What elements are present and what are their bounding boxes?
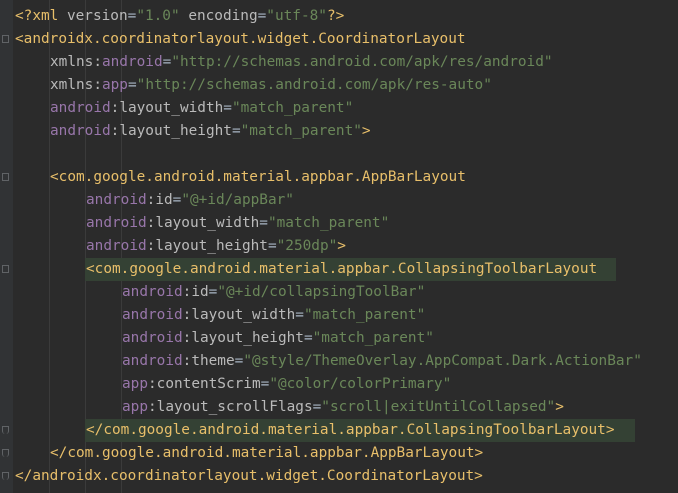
code-token: =	[259, 215, 268, 231]
code-token: android	[122, 307, 183, 323]
code-line[interactable]: android:layout_width="match_parent"	[50, 97, 353, 120]
code-line[interactable]: </androidx.coordinatorlayout.widget.Coor…	[15, 465, 483, 488]
fold-toggle-icon[interactable]	[2, 472, 9, 480]
code-token: "250dp"	[276, 238, 338, 254]
code-token: :id	[146, 192, 173, 208]
code-token: app	[122, 399, 148, 415]
code-token: android	[122, 353, 183, 369]
code-token: </com.google.android.material.appbar.	[86, 422, 407, 438]
editor-gutter	[0, 0, 13, 493]
code-token: :layout_height	[110, 123, 232, 139]
code-token: </androidx.coordinatorlayout.widget.Coor…	[15, 468, 483, 484]
fold-toggle-icon[interactable]	[2, 449, 9, 457]
code-line[interactable]: </com.google.android.material.appbar.App…	[50, 442, 483, 465]
fold-toggle-icon[interactable]	[2, 35, 9, 43]
code-token: android	[101, 54, 163, 70]
code-token: android	[86, 215, 147, 231]
code-token: xmlns:	[50, 77, 102, 93]
code-line[interactable]: android:layout_width="match_parent"	[122, 304, 425, 327]
code-token: :theme	[182, 353, 235, 369]
code-token: android	[50, 123, 111, 139]
code-token: ?>	[326, 8, 345, 24]
code-token: "@color/colorPrimary"	[269, 376, 452, 392]
code-token: =	[231, 123, 241, 139]
code-token: "match_parent"	[267, 215, 390, 231]
code-token: :layout_scrollFlags	[148, 399, 313, 415]
fold-toggle-icon[interactable]	[2, 265, 9, 273]
code-token: =	[162, 54, 172, 70]
code-token: "scroll|exitUntilCollapsed"	[321, 399, 556, 415]
code-line[interactable]: <com.google.android.material.appbar.AppB…	[50, 166, 466, 189]
code-token: :layout_height	[146, 238, 268, 254]
code-line[interactable]: <com.google.android.material.appbar.Coll…	[86, 258, 597, 281]
code-token: "@+id/collapsingToolBar"	[217, 284, 426, 300]
code-token: "http://schemas.android.com/apk/res/andr…	[171, 54, 553, 70]
code-token: android	[122, 330, 183, 346]
code-line[interactable]: android:layout_height="match_parent">	[50, 120, 371, 143]
code-token: =	[303, 330, 313, 346]
code-token: xmlns:	[50, 54, 102, 70]
code-token: </com.google.android.material.appbar.App…	[50, 445, 484, 461]
code-token: "1.0"	[136, 8, 180, 24]
code-token: =	[312, 399, 322, 415]
code-token: <com.google.android.material.appbar.AppB…	[50, 169, 466, 185]
code-token: "match_parent"	[312, 330, 434, 346]
code-line[interactable]: android:id="@+id/collapsingToolBar"	[122, 281, 425, 304]
code-token: "match_parent"	[231, 100, 354, 116]
code-token: :contentScrim	[148, 376, 261, 392]
code-token: android	[50, 100, 111, 116]
code-token: CollapsingToolbarLayout>	[406, 422, 615, 438]
code-token: =	[127, 8, 137, 24]
code-token: :layout_width	[110, 100, 224, 116]
code-line[interactable]: android:id="@+id/appBar"	[86, 189, 294, 212]
code-line[interactable]: <androidx.coordinatorlayout.widget.Coord…	[15, 28, 466, 51]
code-token: android	[122, 284, 183, 300]
code-line[interactable]: <?xml version="1.0" encoding="utf-8"?>	[15, 5, 344, 28]
code-token: >	[337, 238, 346, 254]
code-token: CollapsingToolbarLayout	[397, 261, 598, 277]
code-token: "match_parent"	[240, 123, 362, 139]
code-editor[interactable]: <?xml version="1.0" encoding="utf-8"?> <a…	[0, 0, 678, 493]
code-token: =	[234, 353, 244, 369]
code-token: "@+id/appBar"	[181, 192, 294, 208]
fold-toggle-icon[interactable]	[2, 426, 9, 434]
code-line[interactable]: app:layout_scrollFlags="scroll|exitUntil…	[122, 396, 564, 419]
code-token: <?xml	[15, 8, 67, 24]
code-token: app	[101, 77, 128, 93]
code-token: =	[267, 238, 277, 254]
code-token: :id	[182, 284, 209, 300]
code-token: version	[66, 8, 128, 24]
code-token: :layout_width	[146, 215, 260, 231]
code-token: >	[555, 399, 564, 415]
code-token: "match_parent"	[303, 307, 426, 323]
code-token: =	[295, 307, 304, 323]
code-token: app	[122, 376, 148, 392]
code-token: <com.google.android.material.appbar.	[86, 261, 398, 277]
code-line[interactable]: app:contentScrim="@color/colorPrimary"	[122, 373, 451, 396]
code-line[interactable]: android:layout_height="250dp">	[86, 235, 346, 258]
code-token: "@style/ThemeOverlay.AppCompat.Dark.Acti…	[243, 353, 642, 369]
code-token: android	[86, 238, 147, 254]
code-token: =	[127, 77, 137, 93]
fold-toggle-icon[interactable]	[2, 173, 9, 181]
code-line[interactable]: android:theme="@style/ThemeOverlay.AppCo…	[122, 350, 642, 373]
code-line[interactable]: xmlns:android="http://schemas.android.co…	[50, 51, 553, 74]
code-token: =	[257, 8, 267, 24]
code-token: :layout_width	[182, 307, 296, 323]
code-token: :layout_height	[182, 330, 304, 346]
code-token: <androidx.coordinatorlayout.widget.Coord…	[15, 31, 466, 47]
code-line[interactable]: </com.google.android.material.appbar.Col…	[86, 419, 615, 442]
code-token: =	[223, 100, 232, 116]
code-token: "utf-8"	[266, 8, 327, 24]
code-token: encoding	[188, 8, 258, 24]
code-line[interactable]: android:layout_width="match_parent"	[86, 212, 389, 235]
code-token: >	[361, 123, 371, 139]
code-token: android	[86, 192, 147, 208]
code-token: =	[260, 376, 270, 392]
code-line[interactable]: android:layout_height="match_parent"	[122, 327, 434, 350]
code-token: "http://schemas.android.com/apk/res-auto…	[136, 77, 492, 93]
code-line[interactable]: xmlns:app="http://schemas.android.com/ap…	[50, 74, 492, 97]
